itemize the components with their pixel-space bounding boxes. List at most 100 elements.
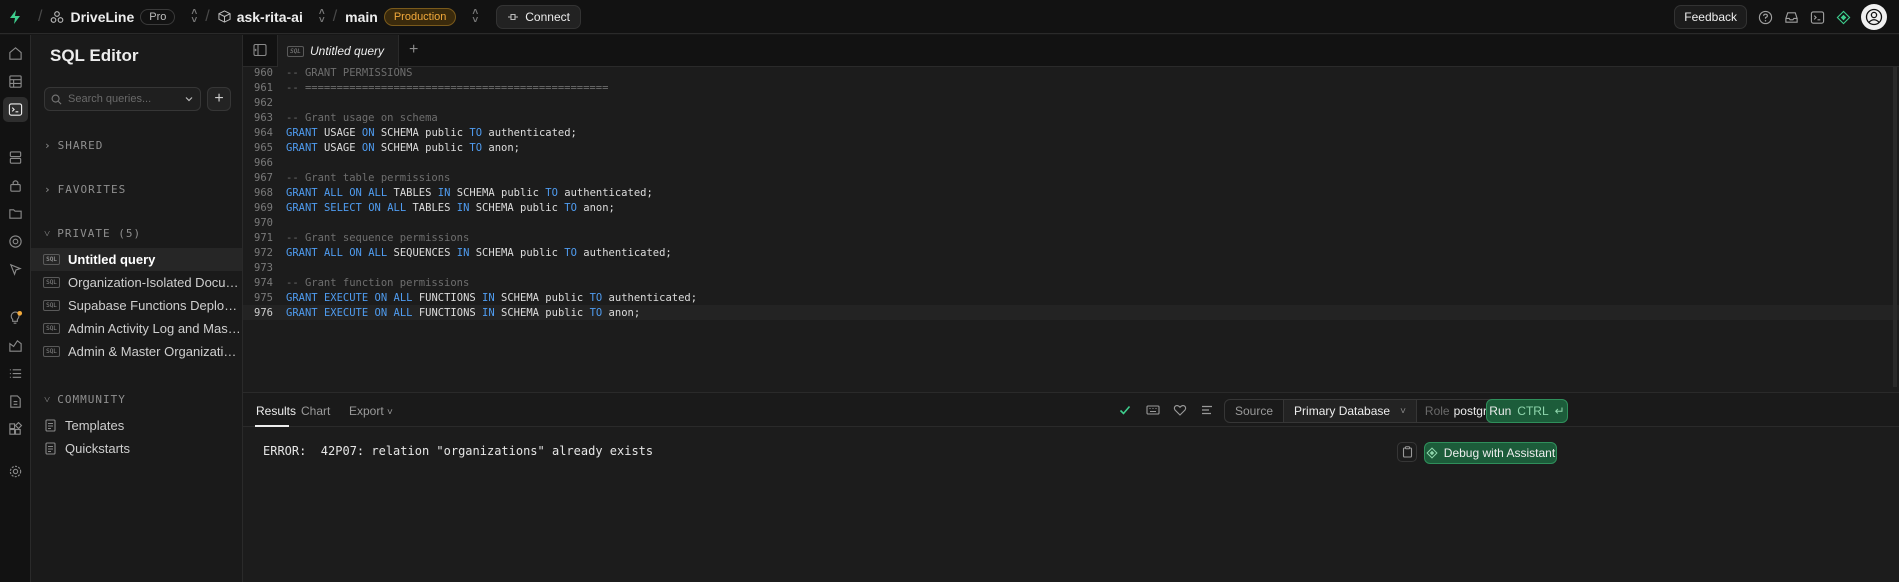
document-icon (45, 418, 56, 432)
connect-button[interactable]: Connect (496, 4, 581, 29)
branch-selector[interactable]: main Production ˄ ˅ (345, 7, 478, 26)
org-name: DriveLine (70, 8, 135, 25)
source-selector[interactable]: Source Primary Database ˅ Role postgres (1224, 399, 1509, 423)
code-line[interactable]: 974 -- Grant function permissions (243, 275, 1899, 290)
code-line[interactable]: 975 GRANT EXECUTE ON ALL FUNCTIONS IN SCH… (243, 290, 1899, 305)
realtime-icon[interactable] (3, 229, 28, 254)
run-label: Run (1489, 404, 1512, 418)
database-icon[interactable] (3, 145, 28, 170)
community-item-label: Templates (65, 417, 125, 433)
section-shared[interactable]: › SHARED (44, 139, 103, 152)
heart-icon[interactable] (1173, 403, 1187, 417)
section-private[interactable]: ˅ PRIVATE (5) (44, 227, 141, 240)
chevron-down-icon: ˅ (44, 393, 52, 406)
editor-tab-bar: SQL Untitled query + (243, 35, 1899, 67)
query-item[interactable]: SQL Admin & Master Organization ... (31, 340, 242, 363)
section-community[interactable]: ˅ COMMUNITY (44, 393, 126, 406)
line-number: 964 (254, 126, 273, 139)
export-label: Export (349, 404, 384, 418)
code-line[interactable]: 960 -- GRANT PERMISSIONS (243, 67, 1899, 80)
assistant-icon[interactable] (1835, 9, 1851, 25)
feedback-button[interactable]: Feedback (1674, 5, 1747, 29)
query-item-label: Admin Activity Log and Master... (68, 321, 242, 336)
storage-icon[interactable] (3, 201, 28, 226)
code-editor[interactable]: 960 -- GRANT PERMISSIONS 961 -- ===========… (243, 67, 1899, 392)
community-item-quickstarts[interactable]: Quickstarts (31, 437, 242, 459)
line-number: 975 (254, 291, 273, 304)
check-icon[interactable] (1118, 403, 1132, 417)
code-line[interactable]: 973 (243, 260, 1899, 275)
code-line[interactable]: 971 -- Grant sequence permissions (243, 230, 1899, 245)
project-name: ask-rita-ai (236, 8, 303, 25)
code-text: -- Grant function permissions (286, 276, 470, 289)
line-number: 966 (254, 156, 273, 169)
code-line[interactable]: 969 GRANT SELECT ON ALL TABLES IN SCHEMA … (243, 200, 1899, 215)
docs-icon[interactable] (3, 389, 28, 414)
reports-chart-icon[interactable] (3, 333, 28, 358)
query-item[interactable]: SQL Organization-Isolated Docume... (31, 271, 242, 294)
sql-file-icon: SQL (287, 45, 304, 57)
code-line[interactable]: 966 (243, 155, 1899, 170)
tab-export[interactable]: Export ˅ (349, 404, 393, 418)
sql-editor-icon[interactable] (3, 97, 28, 122)
run-button[interactable]: Run CTRL ↵ (1486, 399, 1568, 423)
code-line[interactable]: 968 GRANT ALL ON ALL TABLES IN SCHEMA pub… (243, 185, 1899, 200)
debug-with-assistant-button[interactable]: Debug with Assistant (1424, 442, 1557, 464)
editor-scrollbar[interactable] (1893, 67, 1897, 387)
chevron-up-down-icon[interactable]: ˄ ˅ (191, 7, 197, 25)
terminal-icon[interactable] (1809, 9, 1825, 25)
query-item[interactable]: SQL Untitled query (31, 248, 242, 271)
inbox-icon[interactable] (1783, 9, 1799, 25)
search-queries-field[interactable] (44, 87, 201, 111)
logs-list-icon[interactable] (3, 361, 28, 386)
code-line[interactable]: 963 -- Grant usage on schema (243, 110, 1899, 125)
chevron-up-down-icon[interactable]: ˄ ˅ (472, 7, 478, 25)
toggle-sidebar-icon[interactable] (253, 43, 267, 57)
topbar-actions: Feedback (1674, 4, 1887, 30)
code-line[interactable]: 970 (243, 215, 1899, 230)
keyboard-icon[interactable] (1146, 403, 1160, 417)
query-item[interactable]: SQL Supabase Functions Deployment (31, 294, 242, 317)
tab-results[interactable]: Results (256, 404, 296, 418)
chevron-right-icon: › (44, 139, 52, 152)
home-icon[interactable] (3, 41, 28, 66)
code-line[interactable]: 961 -- ==================================… (243, 80, 1899, 95)
run-shortcut: CTRL (1517, 404, 1549, 418)
advisors-lightbulb-icon[interactable] (3, 305, 28, 330)
chevron-up-down-icon[interactable]: ˄ ˅ (319, 7, 325, 25)
role-label: Role (1424, 404, 1450, 418)
code-line[interactable]: 967 -- Grant table permissions (243, 170, 1899, 185)
table-editor-icon[interactable] (3, 69, 28, 94)
tab-untitled-query[interactable]: SQL Untitled query (277, 35, 399, 67)
help-icon[interactable] (1757, 9, 1773, 25)
chevron-down-icon[interactable] (184, 94, 194, 104)
integrations-icon[interactable] (3, 417, 28, 442)
code-line[interactable]: 965 GRANT USAGE ON SCHEMA public TO anon; (243, 140, 1899, 155)
code-line[interactable]: 976 GRANT EXECUTE ON ALL FUNCTIONS IN SCH… (243, 305, 1899, 320)
community-item-templates[interactable]: Templates (31, 414, 242, 436)
org-selector[interactable]: DriveLine Pro ˄ ˅ (50, 7, 197, 25)
query-item[interactable]: SQL Admin Activity Log and Master... (31, 317, 242, 340)
line-number: 961 (254, 81, 273, 94)
new-query-button[interactable]: + (207, 87, 231, 111)
code-line[interactable]: 962 (243, 95, 1899, 110)
tab-chart[interactable]: Chart (301, 404, 330, 418)
supabase-logo-icon[interactable] (0, 0, 30, 34)
cursor-icon[interactable] (3, 257, 28, 282)
new-tab-button[interactable]: + (409, 41, 418, 59)
authentication-icon[interactable] (3, 173, 28, 198)
search-queries-input[interactable] (68, 93, 178, 105)
copy-icon[interactable] (1397, 442, 1417, 462)
section-favorites[interactable]: › FAVORITES (44, 183, 126, 196)
code-line[interactable]: 964 GRANT USAGE ON SCHEMA public TO authe… (243, 125, 1899, 140)
code-line[interactable]: 972 GRANT ALL ON ALL SEQUENCES IN SCHEMA … (243, 245, 1899, 260)
project-selector[interactable]: ask-rita-ai ˄ ˅ (218, 7, 325, 25)
user-avatar[interactable] (1861, 4, 1887, 30)
format-lines-icon[interactable] (1200, 403, 1214, 417)
connect-label: Connect (525, 9, 570, 24)
production-badge: Production (383, 7, 457, 26)
database-select[interactable]: Primary Database ˅ (1284, 400, 1417, 422)
code-text: -- GRANT PERMISSIONS (286, 67, 413, 79)
section-private-label: PRIVATE (5) (57, 227, 142, 240)
settings-gear-icon[interactable] (3, 459, 28, 484)
